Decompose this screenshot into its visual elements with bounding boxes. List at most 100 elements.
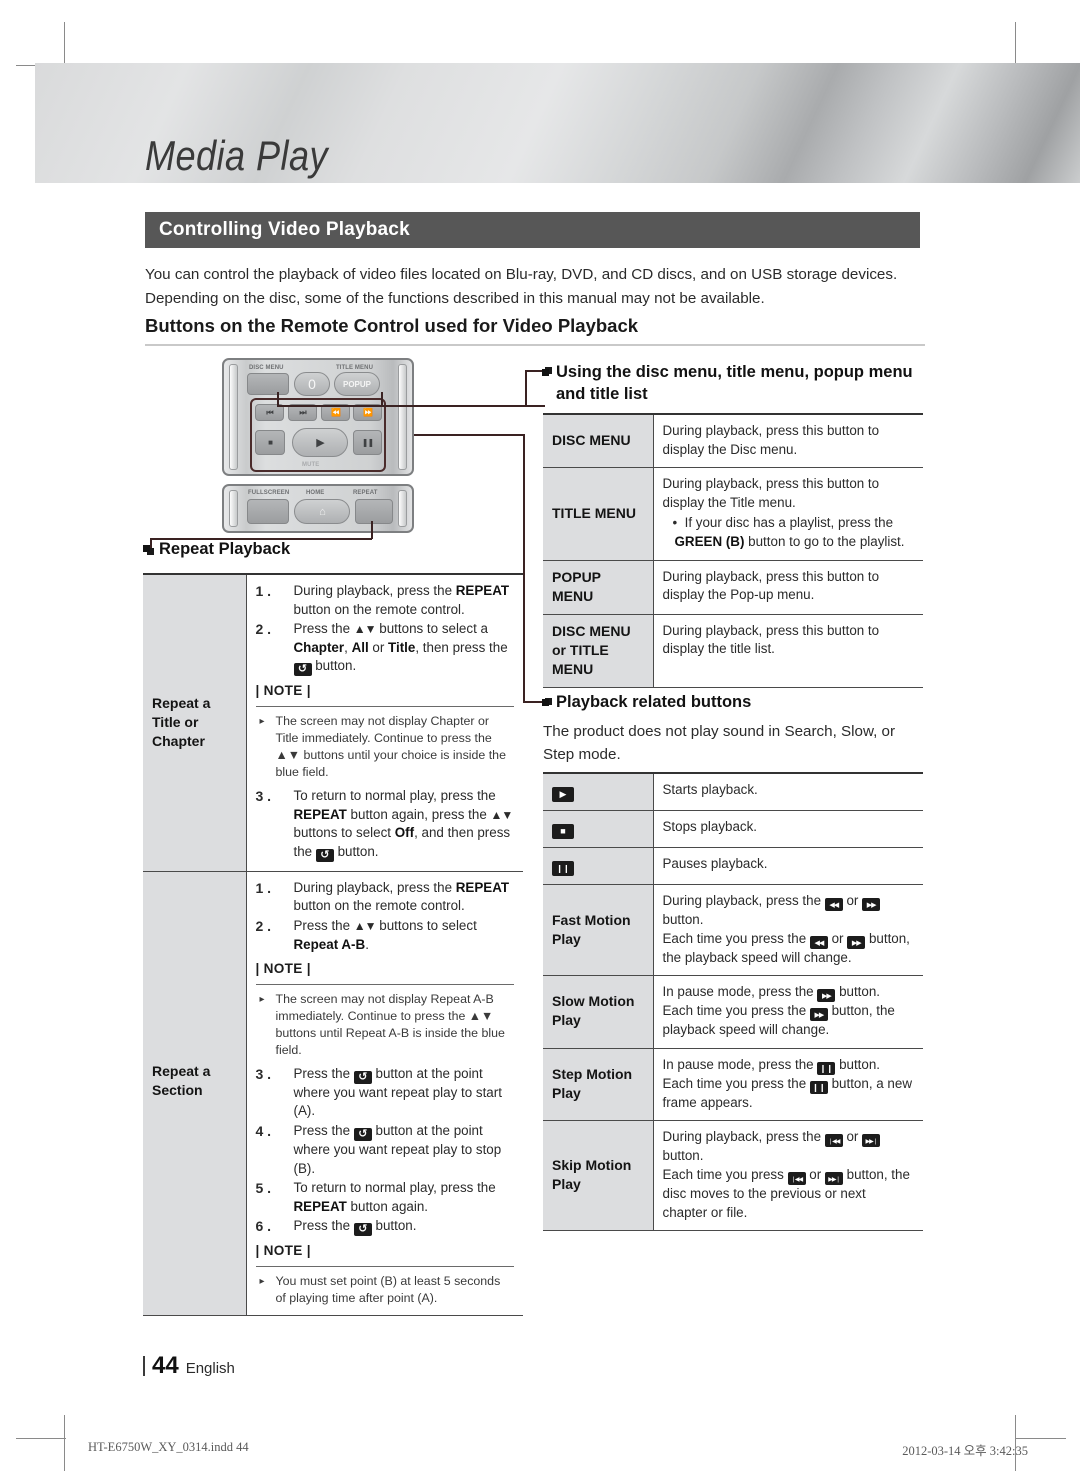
repeat-section-key: Repeat a Section — [143, 871, 247, 1316]
slow-motion-play-desc: In pause mode, press the button.Each tim… — [653, 975, 923, 1049]
skip-motion-play-desc: During playback, press the or button.Eac… — [653, 1120, 923, 1232]
remote-repeat-button[interactable] — [355, 499, 393, 524]
leader-line-popup-v1 — [381, 392, 383, 406]
playback-buttons-heading: Playback related buttons — [542, 693, 752, 712]
step-number: 1 . — [255, 583, 272, 599]
step-text: Press the button. — [294, 1218, 416, 1237]
fast-motion-play-desc: During playback, press the or button.Eac… — [653, 884, 923, 977]
bullet-square-icon — [143, 545, 150, 552]
remote-popup-label: POPUP — [342, 379, 371, 389]
remote-zero-button[interactable]: 0 — [294, 372, 330, 396]
pause-icon — [552, 861, 574, 876]
playback-buttons-heading-label: Playback related buttons — [556, 693, 752, 711]
remote-label-fullscreen: FULLSCREEN — [248, 490, 290, 496]
table-row: Step Motion Play In pause mode, press th… — [543, 1048, 923, 1122]
table-row: Starts playback. — [543, 772, 923, 811]
remote-disc-menu-button[interactable] — [247, 373, 289, 395]
remote-popup-button[interactable]: POPUP — [334, 372, 380, 396]
stop-button-key — [543, 810, 654, 848]
stop-button-desc: Stops playback. — [653, 810, 923, 848]
bullet-square-icon — [542, 369, 549, 376]
remote-rail-right — [398, 364, 407, 470]
steps-list: 1 . During playback, press the REPEAT bu… — [255, 582, 515, 677]
step-text: During playback, press the REPEAT button… — [293, 879, 510, 914]
table-row: Stops playback. — [543, 810, 923, 848]
disc-menu-key: DISC MENU — [543, 413, 654, 469]
steps-list-after: 3 . To return to normal play, press the … — [256, 787, 515, 862]
table-row: Skip Motion Play During playback, press … — [543, 1120, 923, 1232]
leader-line-discmenu-v1 — [277, 392, 279, 406]
title-menu-key: TITLE MENU — [543, 467, 654, 561]
print-timestamp: 2012-03-14 오후 3:42:35 — [902, 1444, 1028, 1458]
steps-list-after: 3 . Press the button at the point where … — [256, 1065, 515, 1237]
step-number: 2 . — [255, 621, 272, 638]
remote-rail-right-lower — [398, 490, 407, 527]
intro-paragraph: You can control the playback of video fi… — [145, 266, 898, 307]
table-row: POPUP MENU During playback, press this b… — [543, 560, 923, 615]
step-text: During playback, press the REPEAT button… — [293, 583, 510, 617]
step-text: Press the ▲▼ buttons to select Repeat A-… — [293, 917, 477, 952]
crop-mark-bottom-right-h — [1016, 1438, 1066, 1439]
next-track-icon: ⏭ — [299, 407, 306, 417]
remote-rail-left — [229, 364, 238, 470]
list-item: 3 . Press the button at the point where … — [256, 1065, 515, 1121]
page-language: English — [185, 1360, 235, 1377]
disc-or-title-menu-desc: During playback, press this button to di… — [653, 614, 923, 688]
playback-buttons-table: Starts playback. Stops playback. Pauses … — [543, 772, 923, 1232]
crop-mark-bottom-left-v — [64, 1415, 65, 1471]
popup-menu-key: POPUP MENU — [543, 560, 654, 615]
remote-label-mute: MUTE — [302, 462, 320, 468]
step-number: 6 . — [255, 1218, 272, 1235]
prev-track-icon: ⏮ — [266, 407, 273, 417]
remote-pause-button[interactable]: ❚❚ — [353, 430, 382, 455]
note-item: The screen may not display Repeat A-B im… — [256, 991, 515, 1059]
pause-button-key — [543, 847, 654, 885]
remote-label-home: HOME — [306, 490, 325, 496]
leader-line-repeat-v1 — [371, 521, 373, 539]
list-item: 5 . To return to normal play, press the … — [256, 1179, 515, 1216]
step-number: 3 . — [255, 787, 272, 804]
remote-control-illustration: DISC MENU TITLE MENU 0 POPUP ⏮ ⏭ ⏪ ⏩ ■ ▶… — [222, 358, 414, 533]
fast-forward-icon: ⏩ — [363, 408, 373, 417]
note-label-2: | NOTE | — [255, 1243, 311, 1259]
repeat-playback-table: Repeat a Title or Chapter 1 . During pla… — [143, 572, 523, 1316]
note-item: The screen may not display Chapter or Ti… — [256, 713, 515, 781]
step-text: To return to normal play, press the REPE… — [294, 788, 513, 862]
sub-heading-rule — [145, 344, 925, 346]
disc-or-title-menu-key: DISC MENU or TITLE MENU — [543, 614, 654, 688]
page-footer: 44 English — [143, 1352, 235, 1380]
home-icon: ⌂ — [319, 505, 326, 518]
skip-motion-play-key: Skip Motion Play — [543, 1120, 654, 1232]
stop-icon — [552, 824, 574, 839]
table-row: Fast Motion Play During playback, press … — [543, 884, 923, 977]
leader-line-transport-h1 — [414, 434, 524, 436]
remote-fullscreen-button[interactable] — [247, 499, 289, 524]
remote-label-repeat: REPEAT — [353, 490, 378, 496]
popup-menu-desc: During playback, press this button to di… — [653, 560, 923, 615]
list-item: 1 . During playback, press the REPEAT bu… — [256, 879, 515, 916]
step-number: 1 . — [255, 879, 272, 896]
disc-menu-section-heading-label: Using the disc menu, title menu, popup m… — [556, 363, 913, 403]
note-separator — [255, 705, 514, 707]
leader-line-discmenu-h1 — [277, 405, 545, 407]
step-motion-play-desc: In pause mode, press the button.Each tim… — [653, 1048, 923, 1122]
slow-motion-play-key: Slow Motion Play — [543, 975, 654, 1049]
pause-button-desc: Pauses playback. — [653, 847, 923, 885]
play-icon — [552, 787, 574, 802]
remote-home-button[interactable]: ⌂ — [294, 499, 350, 524]
table-row: DISC MENU During playback, press this bu… — [543, 413, 923, 469]
stop-icon: ■ — [268, 438, 273, 447]
remote-play-button[interactable]: ▶ — [292, 428, 348, 457]
sub-heading: Buttons on the Remote Control used for V… — [145, 315, 639, 336]
fast-motion-play-key: Fast Motion Play — [543, 884, 654, 977]
remote-stop-button[interactable]: ■ — [255, 430, 285, 455]
step-number: 3 . — [255, 1065, 272, 1082]
title-menu-desc: During playback, press this button to di… — [653, 467, 923, 561]
table-row: Repeat a Title or Chapter 1 . During pla… — [143, 572, 523, 872]
bullet-square-icon — [542, 699, 549, 706]
page-number: 44 — [152, 1352, 179, 1379]
leader-line-menu-v2 — [525, 371, 527, 406]
table-row: Pauses playback. — [543, 847, 923, 885]
list-item: 3 . To return to normal play, press the … — [256, 787, 515, 862]
play-button-key — [543, 772, 654, 811]
